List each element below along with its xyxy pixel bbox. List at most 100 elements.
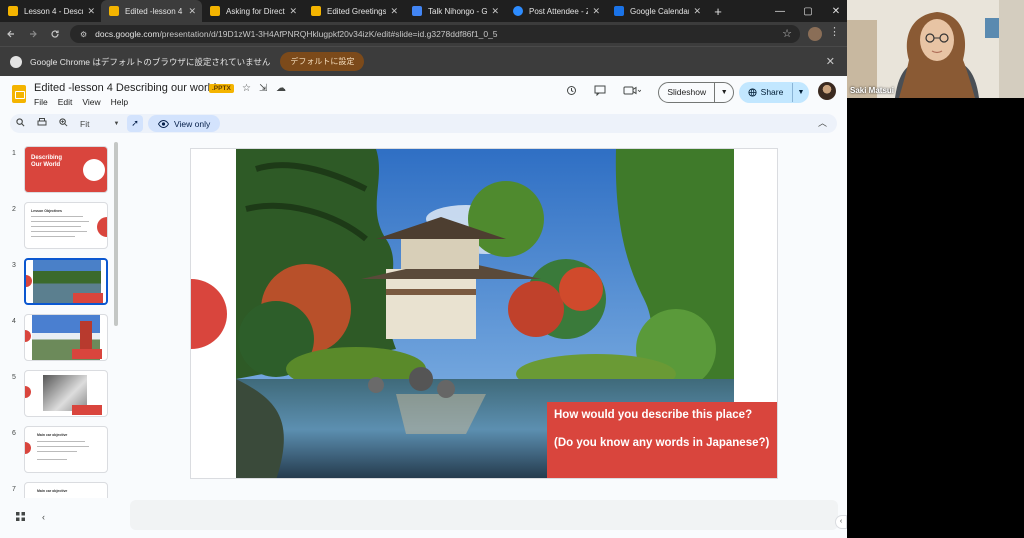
chrome-icon [10,55,22,68]
slide-number: 5 [12,374,16,381]
chevron-down-icon[interactable]: ▼ [793,89,809,96]
profile-avatar[interactable] [808,27,822,41]
browser-window: Lesson 4 - Describing ✕ Edited -lesson 4… [0,0,847,538]
slide-thumbnail-3[interactable] [24,258,108,305]
menu-help[interactable]: Help [111,97,128,107]
slide-number: 1 [12,150,16,157]
chevron-down-icon[interactable]: ▼ [107,121,125,127]
filmstrip: 1 Describing Our World 2 Lesson Objectiv… [0,138,122,498]
slide-thumbnail-5[interactable] [24,370,108,417]
reload-icon[interactable] [44,23,66,45]
browser-tab[interactable]: Post Attendee - Zoo ✕ [505,0,606,22]
slide-thumbnail-7[interactable]: Main car objective [24,482,108,498]
slide-thumbnail-4[interactable] [24,314,108,361]
chevron-left-icon[interactable]: ‹ [42,512,45,522]
set-default-button[interactable]: デフォルトに設定 [280,52,365,71]
google-calendar-favicon-icon [614,6,624,16]
caption-line-1: How would you describe this place? [554,409,753,421]
back-arrow-icon[interactable] [0,23,22,45]
zoom-favicon-icon [513,6,523,16]
eye-icon [158,119,169,128]
forward-arrow-icon[interactable] [22,23,44,45]
search-icon[interactable] [10,118,31,129]
google-slides-favicon-icon [8,6,18,16]
browser-tab[interactable]: Asking for Directions ✕ [202,0,303,22]
infobar-close-icon[interactable]: ✕ [826,55,835,68]
side-panel-toggle-icon[interactable]: ‹ [835,515,847,529]
star-icon[interactable]: ☆ [242,83,251,94]
browser-tab[interactable]: Edited Greetings & S ✕ [303,0,404,22]
tab-close-icon[interactable]: ✕ [693,6,701,17]
slide-number: 3 [12,262,16,269]
kebab-menu-icon[interactable]: ⋮ [829,25,840,38]
tools-bar: Fit ▼ ➚ View only ︿ [10,114,837,133]
zoom-select[interactable]: Fit [74,119,95,129]
slide-canvas: How would you describe this place? (Do y… [122,138,847,498]
move-icon[interactable]: ⇲ [259,83,267,94]
google-slides-favicon-icon [311,6,321,16]
print-icon[interactable] [31,118,53,129]
tab-close-icon[interactable]: ✕ [491,6,499,17]
menu-view[interactable]: View [82,97,100,107]
participant-video [847,0,1024,98]
browser-tab[interactable]: Lesson 4 - Describing ✕ [0,0,101,22]
filmstrip-scrollbar[interactable] [114,142,118,326]
google-slides-favicon-icon [109,6,119,16]
speaker-notes[interactable] [130,500,838,530]
video-call-icon[interactable] [623,85,642,99]
cloud-status-icon[interactable]: ☁ [276,83,286,94]
zoom-icon[interactable] [53,118,74,129]
file-type-badge: .PPTX [209,84,234,93]
document-title[interactable]: Edited -lesson 4 Describing our world [34,82,216,94]
star-icon[interactable]: ☆ [782,27,792,40]
google-docs-favicon-icon [412,6,422,16]
site-info-icon[interactable]: ⚙ [80,30,87,39]
maximize-button[interactable]: ▢ [797,0,819,22]
view-only-button[interactable]: View only [148,115,221,132]
slideshow-button[interactable]: Slideshow ▼ [658,82,734,103]
history-icon[interactable] [566,85,577,99]
participant-name: Saki Matsui [850,86,895,95]
caption-line-2: (Do you know any words in Japanese?) [554,437,770,449]
account-avatar[interactable] [818,82,836,100]
minimize-button[interactable]: — [769,0,791,22]
grid-view-icon[interactable] [16,512,25,523]
slide-thumbnail-2[interactable]: Lesson Objectives [24,202,108,249]
app-header: Edited -lesson 4 Describing our world .P… [0,76,847,112]
browser-toolbar: ⚙ docs.google.com /presentation/d/19D1zW… [0,22,847,46]
browser-tab[interactable]: Edited -lesson 4 Desc ✕ [101,0,202,22]
menu-file[interactable]: File [34,97,48,107]
chevron-up-icon[interactable]: ︿ [818,116,827,129]
slides-logo-icon[interactable] [12,85,26,103]
infobar-message: Google Chrome はデフォルトのブラウザに設定されていません [30,56,271,67]
comments-icon[interactable] [594,85,606,99]
tab-close-icon[interactable]: ✕ [188,6,196,17]
tab-close-icon[interactable]: ✕ [87,6,95,17]
slide-number: 6 [12,430,16,437]
slide-number: 4 [12,318,16,325]
menu-edit[interactable]: Edit [58,97,73,107]
question-caption-box: How would you describe this place? (Do y… [547,402,777,478]
slide-number: 7 [12,486,16,493]
browser-tab[interactable]: Talk Nihongo - Grou ✕ [404,0,505,22]
new-tab-button[interactable]: + [707,4,729,19]
participant-video-tile: Saki Matsui [847,0,1024,98]
slide-thumbnail-6[interactable]: Main car objective [24,426,108,473]
slide-number: 2 [12,206,16,213]
tab-close-icon[interactable]: ✕ [289,6,297,17]
tab-close-icon[interactable]: ✕ [592,6,600,17]
slide-thumbnail-1[interactable]: Describing Our World [24,146,108,193]
address-bar[interactable]: ⚙ docs.google.com /presentation/d/19D1zW… [70,25,800,43]
select-cursor-icon[interactable]: ➚ [127,115,143,132]
tab-close-icon[interactable]: ✕ [390,6,398,17]
video-panel-background [847,98,1024,538]
browser-tab[interactable]: Google Calendar - W ✕ [606,0,707,22]
globe-icon [748,88,757,97]
slides-app: Edited -lesson 4 Describing our world .P… [0,76,847,538]
share-button[interactable]: Share ▼ [739,82,809,103]
current-slide: How would you describe this place? (Do y… [190,148,778,479]
window-close-button[interactable]: ✕ [825,0,847,22]
menu-bar: File Edit View Help [34,97,128,107]
tab-strip: Lesson 4 - Describing ✕ Edited -lesson 4… [0,0,847,22]
chevron-down-icon[interactable]: ▼ [715,89,733,96]
